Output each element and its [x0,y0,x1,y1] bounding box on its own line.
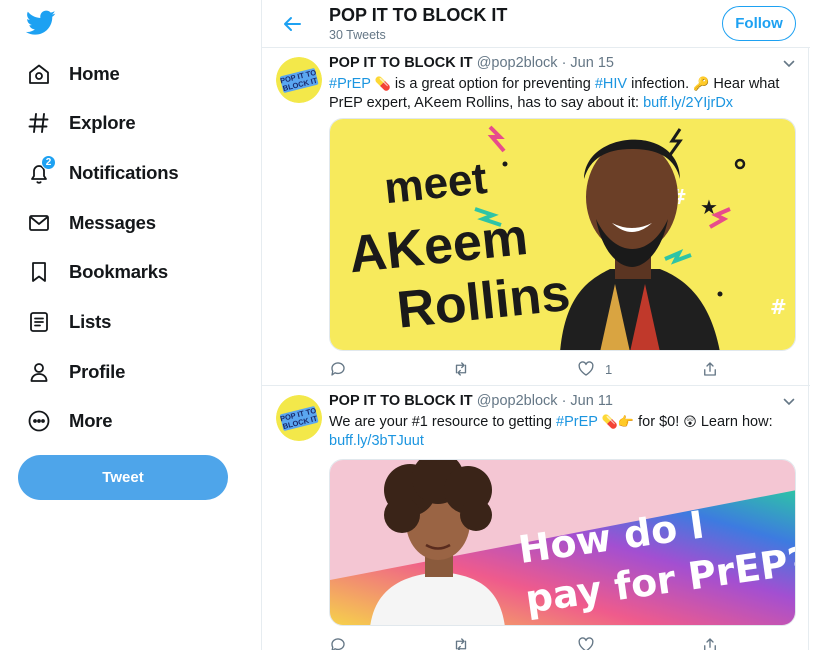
tweet-text-part: We are your #1 resource to getting [329,414,557,430]
twitter-bird-icon[interactable] [26,10,56,36]
surprised-face-emoji-icon: 😲 [683,414,697,429]
avatar[interactable]: POP IT TO BLOCK IT [276,57,322,103]
tweet-text-part: infection. [627,76,694,92]
share-button[interactable] [701,358,719,380]
like-button[interactable]: 1 [577,358,612,380]
nav-profile[interactable]: Profile [18,350,125,394]
list-icon [26,309,52,335]
tweet-header: POP IT TO BLOCK IT @pop2block · Jun 11 [329,393,613,409]
heart-icon [578,637,594,650]
pill-emoji-icon: 💊 [374,76,391,91]
tweet-text: We are your #1 resource to getting #PrEP… [329,412,799,451]
bell-icon: 2 [26,155,56,186]
nav-notifications[interactable]: 2 Notifications [18,151,179,195]
like-count: 1 [605,361,613,377]
author-name[interactable]: POP IT TO BLOCK IT [329,393,473,409]
svg-text:★: ★ [700,195,718,219]
tweet-text: #PrEP 💊 is a great option for preventing… [329,74,799,113]
retweet-button[interactable] [452,634,480,650]
nav-lists[interactable]: Lists [18,300,111,344]
like-button[interactable] [577,634,605,650]
share-button[interactable] [701,634,719,650]
tweet-count: 30 Tweets [329,28,386,42]
nav-explore[interactable]: Explore [18,101,136,145]
nav-more-label: More [69,410,113,431]
tweet-text-part: Learn how: [696,414,773,430]
tweet-item[interactable]: POP IT TO BLOCK IT POP IT TO BLOCK IT @p… [262,386,810,650]
retweet-icon [455,362,467,376]
chevron-down-icon[interactable] [782,57,796,71]
tweet-url-link[interactable]: buff.ly/2YIjrDx [643,95,733,111]
notification-badge: 2 [41,155,56,170]
tweet-text-part: for $0! [634,414,684,430]
reply-button[interactable] [329,358,357,380]
nav-profile-label: Profile [69,361,126,382]
nav-bookmarks-label: Bookmarks [69,261,168,282]
key-emoji-icon: 🔑 [693,76,710,91]
follow-button[interactable]: Follow [722,6,796,41]
main-column: POP IT TO BLOCK IT 30 Tweets Follow POP … [261,0,810,650]
author-name[interactable]: POP IT TO BLOCK IT [329,55,473,71]
nav-more[interactable]: More [18,399,113,443]
author-handle[interactable]: @pop2block [477,55,558,71]
nav-messages[interactable]: Messages [18,201,156,245]
heart-icon [578,361,594,376]
chevron-down-icon[interactable] [782,395,796,409]
hashtag-link[interactable]: #PrEP [329,76,371,92]
avatar[interactable]: POP IT TO BLOCK IT [276,395,322,441]
tweet-text-part: is a great option for preventing [390,76,595,92]
nav-home[interactable]: Home [18,52,120,96]
nav-explore-label: Explore [69,112,136,133]
nav-messages-label: Messages [69,212,156,233]
page-title: POP IT TO BLOCK IT [329,5,508,25]
hashtag-link[interactable]: #HIV [595,76,627,92]
nav-home-label: Home [69,63,120,84]
tweet-image[interactable]: How do I pay for PrEP? [329,459,796,626]
share-icon [704,638,716,650]
author-handle[interactable]: @pop2block [477,393,558,409]
share-icon [704,362,716,376]
more-circle-icon [26,408,52,434]
tweet-header: POP IT TO BLOCK IT @pop2block · Jun 15 [329,55,614,71]
reply-button[interactable] [329,634,357,650]
reply-icon [331,638,345,650]
nav-notifications-label: Notifications [69,162,179,183]
svg-text:#: # [770,295,787,319]
sidebar: Home Explore 2 Notifications Messages Bo… [0,0,262,650]
hashtag-link[interactable]: #PrEP [556,414,598,430]
hashtag-icon [26,110,52,136]
profile-header: POP IT TO BLOCK IT 30 Tweets Follow [262,0,810,48]
home-icon [26,61,52,87]
tweet-button[interactable]: Tweet [18,455,228,500]
person-icon [26,359,52,385]
tweet-date[interactable]: · Jun 11 [562,393,613,409]
envelope-icon [26,210,52,236]
tweet-url-link[interactable]: buff.ly/3bTJuut [329,433,424,449]
bookmark-icon [26,259,52,285]
tweet-image[interactable]: # # ★ ★ meet AKeem Rollins [329,118,796,351]
retweet-button[interactable] [452,358,480,380]
pointing-hand-emoji-icon: 👉 [617,414,635,429]
pill-emoji-icon: 💊 [601,414,618,429]
tweet-date[interactable]: · Jun 15 [562,55,614,71]
nav-lists-label: Lists [69,311,112,332]
nav-bookmarks[interactable]: Bookmarks [18,250,168,294]
back-arrow-icon[interactable] [280,12,304,36]
reply-icon [331,362,345,376]
retweet-icon [455,638,467,650]
tweet-actions: 1 [329,358,729,380]
tweet-actions [329,634,729,650]
tweet-item[interactable]: POP IT TO BLOCK IT POP IT TO BLOCK IT @p… [262,48,810,386]
